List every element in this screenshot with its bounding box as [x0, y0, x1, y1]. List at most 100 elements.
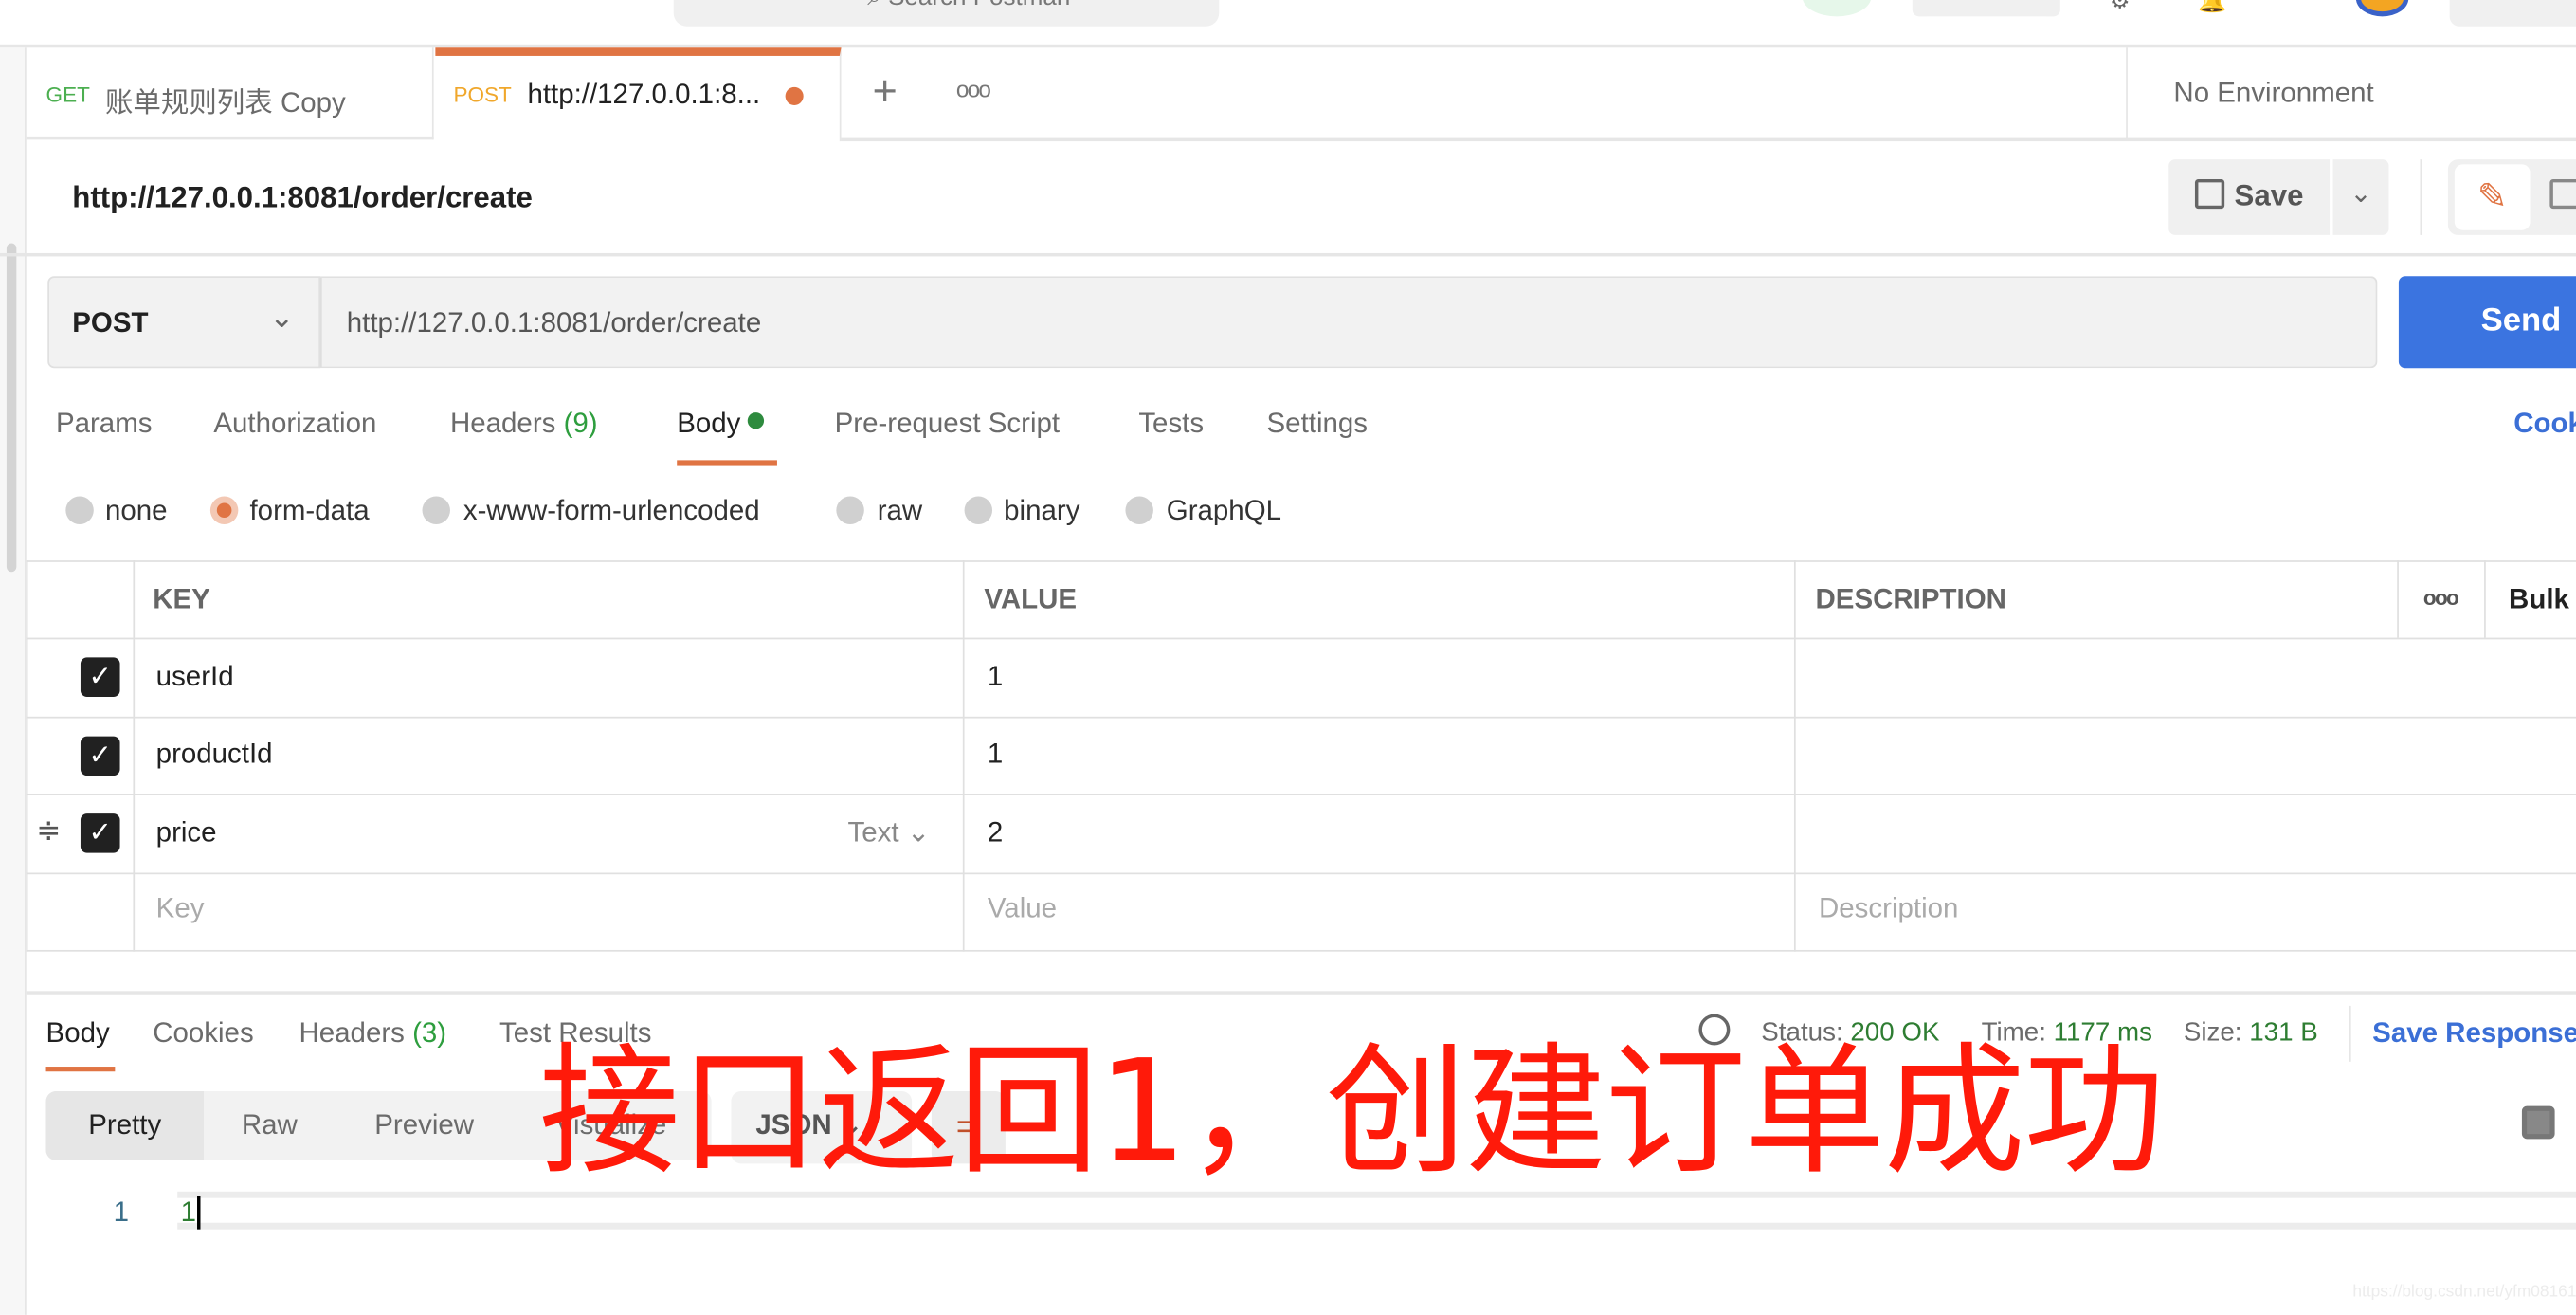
tab-settings[interactable]: Settings — [1267, 408, 1369, 441]
send-button[interactable]: Send — [2398, 276, 2576, 369]
new-description-input[interactable]: Description — [1819, 892, 1958, 925]
view-raw[interactable]: Raw — [242, 1109, 298, 1142]
tab-label: Body — [677, 407, 741, 439]
postman-window: ⌕ Search Postman ⚙ 🔔 GET 账单规则列表 Copy POS… — [0, 0, 2576, 1315]
save-button[interactable]: Save — [2168, 159, 2331, 235]
upgrade-button[interactable] — [2449, 0, 2576, 27]
sidebar-strip — [0, 47, 27, 1315]
tabbar-bottom-line — [841, 137, 2576, 142]
chevron-down-icon: ⌄ — [906, 816, 931, 849]
notification-icon[interactable]: 🔔 — [2198, 0, 2226, 15]
url-text: http://127.0.0.1:8081/order/create — [346, 307, 762, 339]
row-checkbox[interactable]: ✓ — [80, 813, 120, 853]
tab-headers[interactable]: Headers (9) — [450, 408, 598, 441]
request-title[interactable]: http://127.0.0.1:8081/order/create — [72, 181, 533, 215]
body-indicator-dot-icon — [748, 412, 765, 429]
response-tab-body[interactable]: Body — [46, 1017, 110, 1050]
save-response-button[interactable]: Save Response — [2372, 1017, 2576, 1050]
response-tab-cookies[interactable]: Cookies — [153, 1017, 253, 1050]
row-key[interactable]: userId — [156, 661, 234, 694]
comments-icon[interactable] — [2549, 178, 2576, 210]
new-value-input[interactable]: Value — [988, 892, 1057, 925]
radio-label-urlencoded: x-www-form-urlencoded — [463, 494, 760, 526]
headers-count: (3) — [412, 1017, 447, 1049]
avatar[interactable] — [2355, 0, 2409, 17]
row-checkbox[interactable]: ✓ — [80, 657, 120, 698]
sync-status-icon[interactable] — [1802, 0, 1872, 17]
drag-handle-icon[interactable]: ≑ — [36, 813, 61, 848]
response-body-underline — [45, 1067, 116, 1072]
sidebar-scrollbar[interactable] — [6, 243, 17, 573]
radio-urlencoded[interactable] — [422, 496, 450, 524]
tab-body[interactable]: Body — [677, 408, 765, 441]
bulk-edit-button[interactable]: Bulk Edit — [2509, 583, 2576, 616]
body-tab-underline — [677, 460, 777, 466]
search-box[interactable]: ⌕ Search Postman — [673, 0, 1220, 27]
radio-binary[interactable] — [964, 496, 993, 524]
row-key[interactable]: productId — [156, 738, 273, 771]
tab-method: GET — [45, 82, 90, 107]
new-key-input[interactable]: Key — [156, 892, 205, 925]
copy-icon[interactable] — [2521, 1105, 2555, 1140]
method-label: POST — [72, 307, 149, 339]
method-select[interactable]: POST ⌄ — [47, 276, 321, 369]
radio-form-data[interactable] — [209, 496, 239, 524]
response-size: Size: 131 B — [2183, 1018, 2318, 1048]
annotation-text: 接口返回1，创建订单成功 — [538, 1030, 2166, 1196]
tab-pre-request-script[interactable]: Pre-request Script — [835, 408, 1060, 441]
edit-pencil-icon[interactable]: ✎ — [2454, 164, 2531, 230]
column-options-ellipsis-icon[interactable]: ooo — [2423, 585, 2459, 610]
radio-label-form-data: form-data — [249, 494, 370, 526]
row-value[interactable]: 1 — [988, 661, 1003, 694]
view-preview[interactable]: Preview — [374, 1109, 474, 1142]
settings-icon[interactable]: ⚙ — [2110, 0, 2131, 15]
save-icon — [2194, 178, 2225, 210]
line-number: 1 — [113, 1196, 130, 1228]
send-label: Send — [2480, 301, 2562, 339]
invite-button[interactable] — [1912, 0, 2060, 17]
tab-params[interactable]: Params — [56, 408, 153, 441]
row-key[interactable]: price — [156, 817, 217, 850]
tab-post-order-create[interactable]: POST http://127.0.0.1:8... — [435, 47, 842, 142]
row-value[interactable]: 1 — [988, 738, 1003, 771]
row-checkbox[interactable]: ✓ — [80, 736, 120, 776]
cookies-link[interactable]: Cookies — [2513, 408, 2576, 441]
save-label: Save — [2234, 178, 2304, 212]
headers-count: (9) — [563, 407, 598, 439]
tab-label: Headers — [449, 407, 556, 439]
tab-label: http://127.0.0.1:8... — [527, 79, 761, 111]
tab-tests[interactable]: Tests — [1138, 408, 1204, 441]
tab-get-copy[interactable]: GET 账单规则列表 Copy — [26, 47, 434, 140]
radio-raw[interactable] — [836, 496, 864, 524]
column-header-value: VALUE — [984, 583, 1078, 615]
response-content[interactable]: 1 — [181, 1196, 202, 1230]
view-pretty[interactable]: Pretty — [45, 1091, 204, 1160]
row-type-label: Text — [847, 816, 899, 849]
save-options-chevron-icon[interactable]: ⌄ — [2332, 159, 2389, 235]
radio-label-graphql: GraphQL — [1166, 494, 1282, 526]
pane-divider[interactable] — [26, 991, 2576, 995]
radio-label-binary: binary — [1004, 494, 1080, 526]
search-placeholder: Search Postman — [888, 0, 1070, 11]
tab-method: POST — [453, 82, 512, 107]
watermark: https://blog.csdn.net/yfm081616 — [2352, 1283, 2576, 1302]
row-type-select[interactable]: Text ⌄ — [847, 817, 930, 850]
chevron-down-icon: ⌄ — [269, 301, 295, 334]
tab-label: Headers — [299, 1017, 405, 1049]
search-icon: ⌕ — [867, 0, 888, 11]
column-header-description: DESCRIPTION — [1815, 583, 2006, 615]
tab-more-ellipsis-icon[interactable]: ooo — [956, 76, 991, 102]
tab-authorization[interactable]: Authorization — [213, 408, 376, 441]
unsaved-dot-icon — [785, 86, 804, 105]
radio-label-none: none — [104, 494, 168, 526]
tab-label: 账单规则列表 Copy — [104, 86, 346, 119]
response-tab-headers[interactable]: Headers (3) — [299, 1017, 446, 1050]
environment-selector[interactable]: No Environment — [2173, 77, 2373, 110]
column-header-key: KEY — [153, 583, 210, 615]
row-value[interactable]: 2 — [988, 817, 1003, 850]
radio-none[interactable] — [65, 496, 94, 524]
radio-graphql[interactable] — [1125, 496, 1153, 524]
url-input[interactable]: http://127.0.0.1:8081/order/create — [320, 276, 2378, 369]
radio-label-raw: raw — [877, 494, 923, 526]
new-tab-plus-icon[interactable]: + — [872, 65, 897, 115]
